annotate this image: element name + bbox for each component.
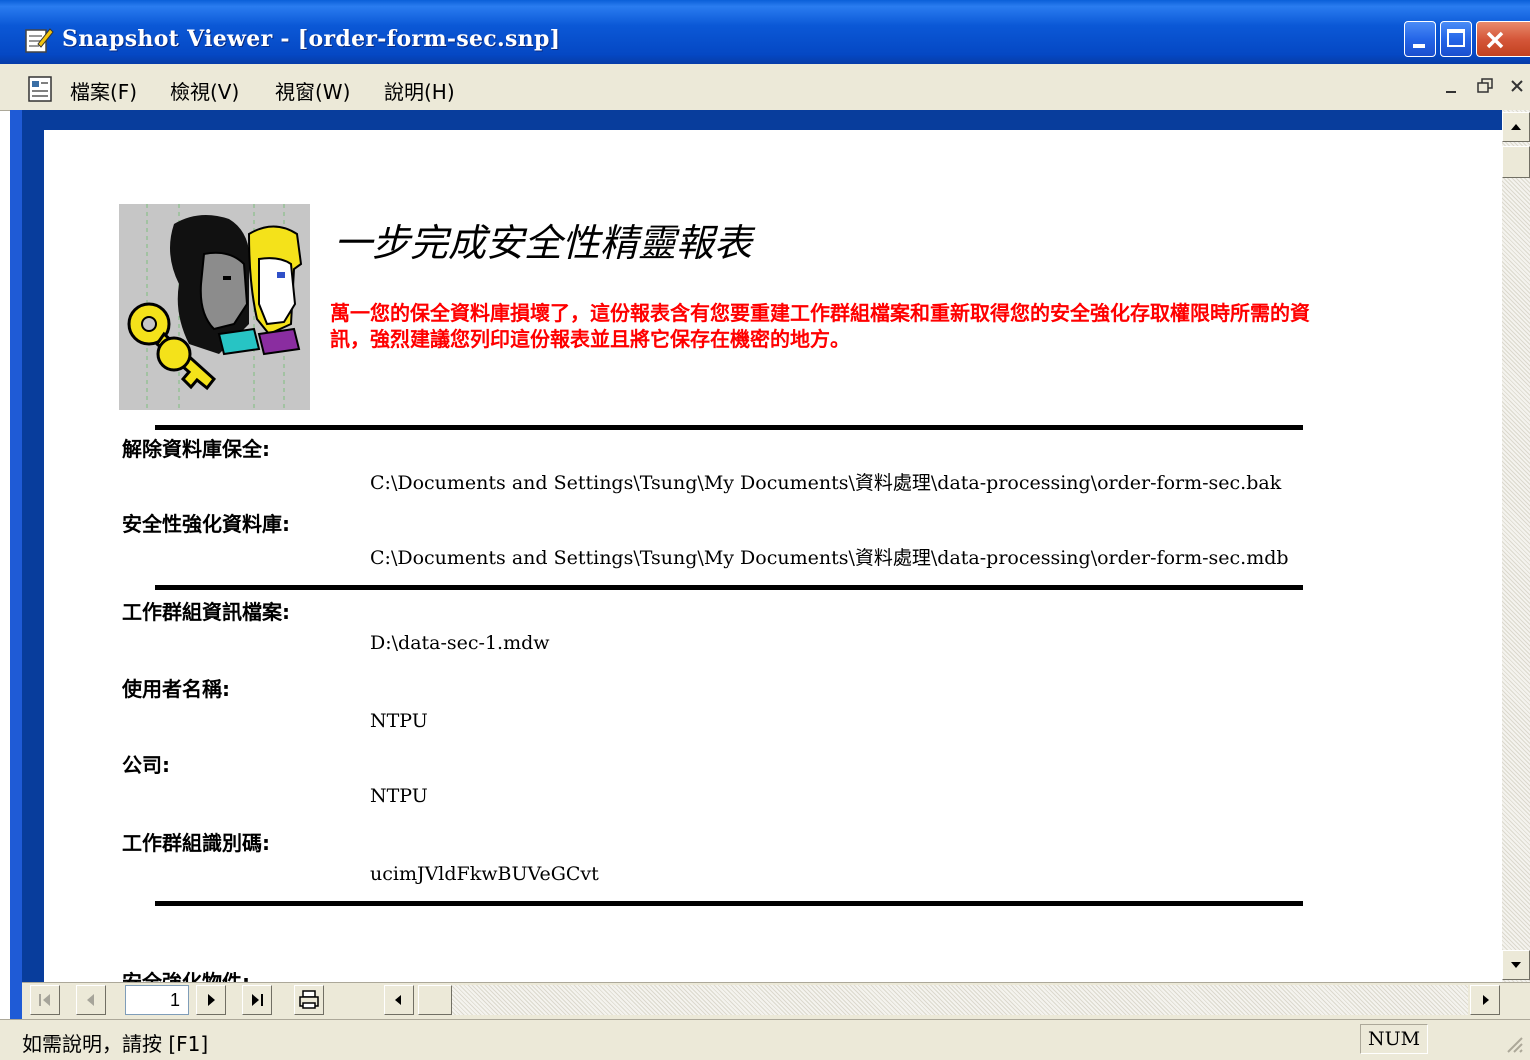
page-number-input[interactable]: 1 [125, 985, 189, 1015]
next-page-icon [208, 994, 215, 1006]
first-page-button[interactable] [30, 985, 60, 1015]
scroll-down-button[interactable] [1502, 950, 1530, 980]
field-value: NTPU [370, 785, 428, 807]
status-bar [0, 1019, 1530, 1060]
vertical-scrollbar[interactable] [1502, 110, 1530, 982]
menu-file[interactable]: 檔案(F) [70, 76, 137, 105]
field-label: 工作群組資訊檔案: [122, 600, 290, 624]
divider [155, 901, 1303, 906]
document-close-button[interactable] [1506, 74, 1530, 100]
restore-icon [1477, 78, 1493, 93]
field-value: D:\data-sec-1.mdw [370, 632, 550, 654]
mdi-background [10, 110, 22, 1022]
divider [155, 585, 1303, 590]
arrow-right-icon [1483, 995, 1489, 1005]
first-page-icon [39, 994, 50, 1006]
close-button[interactable] [1476, 21, 1530, 57]
security-wizard-logo [119, 204, 310, 410]
title-bar[interactable]: Snapshot Viewer - [order-form-sec.snp] [0, 0, 1530, 64]
scroll-left-button[interactable] [384, 985, 414, 1015]
minimize-button[interactable] [1404, 21, 1436, 57]
horizontal-scroll-thumb[interactable] [418, 985, 452, 1015]
horizontal-scrollbar[interactable] [452, 985, 1468, 1015]
previous-page-icon [87, 994, 94, 1006]
menu-window[interactable]: 視窗(W) [275, 76, 350, 105]
window-title: Snapshot Viewer - [order-form-sec.snp] [62, 26, 561, 52]
minimize-icon [1413, 44, 1425, 48]
minimize-icon [1446, 91, 1456, 93]
report-warning: 萬一您的保全資料庫損壞了，這份報表含有您要重建工作群組檔案和重新取得您的安全強化… [330, 301, 1310, 351]
close-icon [1511, 80, 1523, 92]
close-icon [1486, 31, 1504, 49]
divider [155, 425, 1303, 430]
arrow-up-icon [1511, 124, 1521, 130]
report-title: 一步完成安全性精靈報表 [334, 221, 753, 265]
num-lock-indicator: NUM [1360, 1024, 1428, 1054]
menu-view[interactable]: 檢視(V) [170, 76, 239, 105]
scroll-up-button[interactable] [1502, 112, 1530, 142]
printer-icon [299, 990, 319, 1009]
status-help-text: 如需說明，請按 [F1] [22, 1032, 209, 1056]
field-value: C:\Documents and Settings\Tsung\My Docum… [370, 472, 1282, 494]
last-page-button[interactable] [242, 985, 272, 1015]
field-value: C:\Documents and Settings\Tsung\My Docum… [370, 547, 1289, 569]
maximize-icon [1447, 29, 1465, 47]
scroll-thumb[interactable] [1502, 146, 1530, 178]
field-label: 解除資料庫保全: [122, 437, 270, 461]
field-label: 公司: [122, 753, 170, 777]
field-value: NTPU [370, 710, 428, 732]
report-page: 一步完成安全性精靈報表 萬一您的保全資料庫損壞了，這份報表含有您要重建工作群組檔… [44, 130, 1502, 982]
field-label: 使用者名稱: [122, 677, 230, 701]
arrow-left-icon [395, 995, 401, 1005]
print-button[interactable] [294, 985, 324, 1015]
field-label: 工作群組識別碼: [122, 831, 270, 855]
field-value: ucimJVldFkwBUVeGCvt [370, 863, 599, 885]
last-page-icon [252, 994, 263, 1006]
previous-page-button[interactable] [76, 985, 106, 1015]
arrow-down-icon [1511, 962, 1521, 968]
snapshot-viewer-app-icon[interactable] [24, 26, 54, 54]
next-page-button[interactable] [196, 985, 226, 1015]
document-minimize-button[interactable] [1440, 74, 1464, 100]
maximize-button[interactable] [1440, 21, 1472, 57]
field-label: 安全強化物件: [122, 970, 250, 982]
resize-grip-icon[interactable] [1500, 1030, 1524, 1054]
menu-help[interactable]: 說明(H) [384, 76, 455, 105]
field-label: 安全性強化資料庫: [122, 512, 290, 536]
document-restore-button[interactable] [1474, 74, 1498, 100]
document-icon[interactable] [26, 74, 56, 104]
scroll-right-button[interactable] [1470, 985, 1500, 1015]
